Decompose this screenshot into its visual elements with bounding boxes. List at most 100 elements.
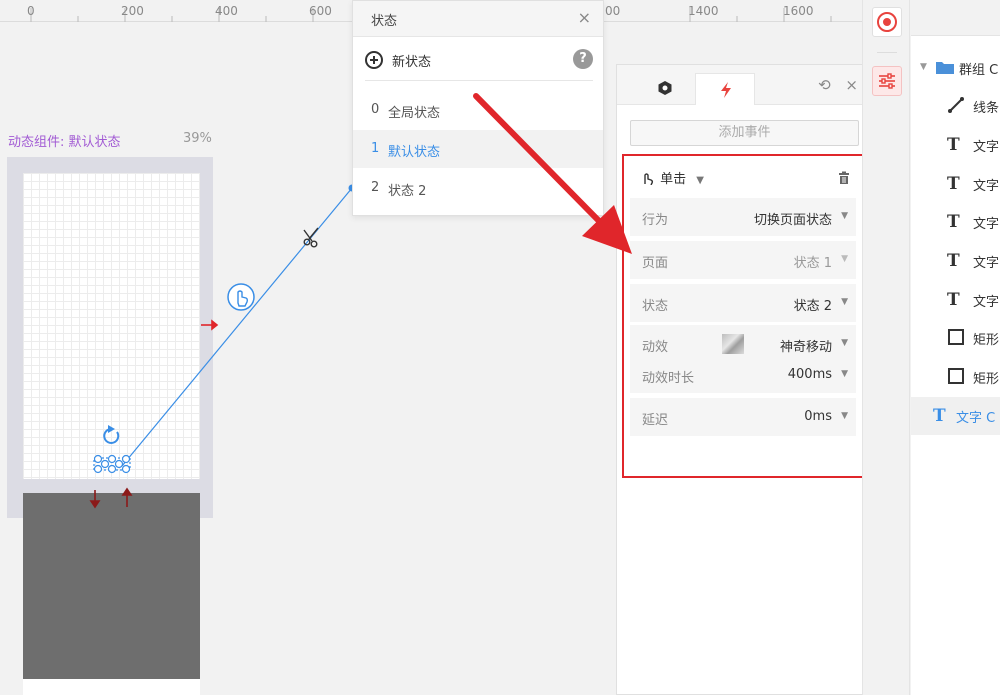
layer-item[interactable]: 矩形 — [911, 358, 1000, 396]
prop-label: 状态 — [642, 299, 669, 314]
layer-item[interactable]: T 文字 — [911, 242, 1000, 280]
sliders-icon — [879, 73, 895, 89]
layer-item[interactable]: T 文字 — [911, 203, 1000, 241]
text-icon: T — [933, 406, 946, 426]
event-trigger-label: 单击 — [660, 172, 687, 187]
layer-label: 群组 C — [959, 63, 999, 78]
prop-label: 页面 — [642, 256, 669, 271]
state-name: 默认状态 — [388, 145, 441, 160]
target-button[interactable] — [872, 7, 902, 37]
divider — [877, 52, 897, 53]
chevron-down-icon: ▼ — [841, 411, 848, 421]
duration-dropdown[interactable]: 动效时长 400ms ▼ — [630, 361, 856, 393]
prop-label: 行为 — [642, 213, 669, 228]
layer-item-selected[interactable]: T 文字 C — [911, 397, 1000, 435]
layer-item[interactable]: T 文字 — [911, 126, 1000, 164]
chevron-down-icon: ▼ — [841, 211, 848, 221]
interaction-panel: ⟲ × 添加事件 单击 ▼ 行为 切换页面状态 ▼ 页面 状态 1 ▼ 状态 状… — [616, 64, 869, 695]
layer-label: 文字 — [973, 179, 1000, 194]
layer-item[interactable]: ▼ 群组 C — [911, 49, 1000, 87]
text-icon: T — [947, 251, 960, 271]
chevron-down-icon: ▼ — [696, 175, 704, 186]
chevron-down-icon: ▼ — [841, 369, 848, 379]
layer-label: 矩形 — [973, 333, 1000, 348]
action-dropdown[interactable]: 行为 切换页面状态 ▼ — [630, 198, 856, 236]
folder-icon — [936, 62, 954, 74]
selected-element-handles[interactable] — [93, 454, 131, 474]
interaction-panel-tabs: ⟲ × — [617, 65, 868, 105]
new-state-button[interactable]: 新状态 ? — [365, 47, 593, 75]
state-name: 全局状态 — [388, 106, 441, 121]
page-dropdown[interactable]: 页面 状态 1 ▼ — [630, 241, 856, 279]
layer-label: 文字 C — [956, 411, 996, 426]
text-icon: T — [947, 290, 960, 310]
text-icon: T — [947, 212, 960, 232]
layer-label: 文字 — [973, 217, 1000, 232]
chevron-down-icon: ▼ — [841, 254, 848, 264]
add-circle-icon — [365, 51, 383, 69]
arrow-down-icon — [89, 490, 101, 509]
layer-item[interactable]: T 文字 — [911, 165, 1000, 203]
state-dropdown[interactable]: 状态 状态 2 ▼ — [630, 284, 856, 322]
prop-label: 动效时长 — [642, 371, 695, 386]
refresh-icon[interactable] — [103, 425, 120, 444]
states-panel-header: 状态 × — [353, 1, 603, 37]
layer-label: 文字 — [973, 295, 1000, 310]
hexagon-icon — [658, 81, 672, 95]
prop-value: 0ms — [804, 409, 832, 424]
prop-value: 神奇移动 — [779, 340, 832, 355]
layer-label: 矩形 — [973, 372, 1000, 387]
text-icon: T — [947, 174, 960, 194]
scissors-icon[interactable] — [303, 227, 319, 248]
chevron-down-icon[interactable]: ▼ — [920, 62, 927, 72]
target-icon — [877, 12, 897, 32]
animation-dropdown[interactable]: 动效 神奇移动 ▼ — [630, 325, 856, 363]
add-event-button[interactable]: 添加事件 — [630, 120, 859, 146]
tap-hand-icon — [644, 173, 654, 185]
lightning-icon — [721, 82, 731, 98]
close-icon[interactable]: × — [845, 76, 858, 94]
prop-label: 动效 — [642, 340, 669, 355]
text-icon: T — [947, 135, 960, 155]
new-state-label: 新状态 — [392, 55, 432, 70]
tab-interactions[interactable] — [695, 73, 755, 105]
rect-icon — [948, 329, 964, 345]
state-number: 0 — [371, 102, 380, 117]
layer-label: 文字 — [973, 140, 1000, 155]
layer-item[interactable]: 矩形 — [911, 319, 1000, 357]
prop-value: 切换页面状态 — [753, 213, 832, 228]
layer-item[interactable]: 线条 — [911, 87, 1000, 125]
divider — [365, 80, 593, 81]
prop-value: 状态 1 — [793, 256, 832, 271]
state-number: 1 — [371, 141, 380, 156]
layer-label: 线条 — [973, 101, 1000, 116]
close-icon[interactable]: × — [578, 8, 591, 27]
state-item-global[interactable]: 0 全局状态 — [353, 91, 603, 129]
tab-properties[interactable] — [635, 73, 695, 105]
layers-panel-header — [911, 0, 1000, 36]
layers-panel: ▼ 群组 C 线条 T 文字 T 文字 T 文字 T 文字 T 文字 矩形 矩形… — [911, 0, 1000, 695]
prop-value: 状态 2 — [793, 299, 832, 314]
event-trigger-dropdown[interactable]: 单击 ▼ — [640, 168, 704, 187]
magnet-icon[interactable]: ⟲ — [818, 76, 831, 94]
arrow-up-icon — [121, 487, 133, 507]
state-item-2[interactable]: 2 状态 2 — [353, 169, 603, 207]
arrow-right-icon — [201, 319, 219, 331]
states-panel: 状态 × 新状态 ? 0 全局状态 1 默认状态 2 状态 2 — [352, 0, 604, 216]
trash-icon[interactable] — [837, 171, 851, 185]
layer-item[interactable]: T 文字 — [911, 281, 1000, 319]
states-panel-title: 状态 — [371, 14, 398, 29]
prop-label: 延迟 — [642, 413, 669, 428]
interactions-toggle-button[interactable] — [872, 66, 902, 96]
chevron-down-icon: ▼ — [841, 297, 848, 307]
tap-hand-icon[interactable] — [227, 283, 255, 311]
state-name: 状态 2 — [388, 184, 427, 199]
prop-value: 400ms — [787, 367, 832, 382]
state-item-default[interactable]: 1 默认状态 — [353, 130, 603, 168]
state-number: 2 — [371, 180, 380, 195]
right-toolbar — [862, 0, 910, 695]
layer-label: 文字 — [973, 256, 1000, 271]
help-icon[interactable]: ? — [573, 49, 593, 69]
panel-tools: ⟲ × — [808, 76, 858, 94]
delay-dropdown[interactable]: 延迟 0ms ▼ — [630, 398, 856, 436]
